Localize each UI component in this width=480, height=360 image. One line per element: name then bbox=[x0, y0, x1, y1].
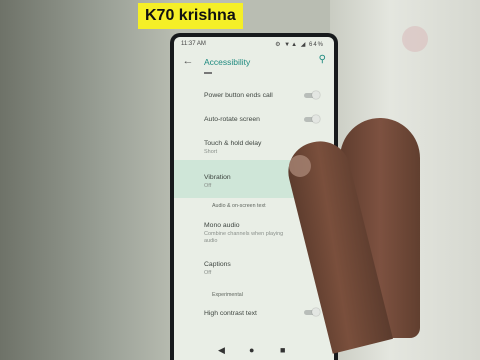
setting-auto-rotate[interactable]: Auto-rotate screen bbox=[174, 107, 334, 131]
nav-recents-icon[interactable]: ■ bbox=[280, 345, 285, 355]
scroll-indicator bbox=[204, 72, 212, 74]
page-title: Accessibility bbox=[204, 57, 251, 67]
status-bar: 11:37 AM ⚙ ▼▲ ◢ 64% bbox=[174, 37, 334, 51]
setting-label: Vibration bbox=[204, 174, 231, 181]
status-time: 11:37 AM bbox=[181, 41, 206, 47]
setting-label: Captions bbox=[204, 261, 231, 268]
background-blurred-shape bbox=[402, 26, 428, 52]
setting-description: audio bbox=[204, 238, 218, 244]
section-experimental: Experimental bbox=[174, 285, 334, 303]
setting-label: Auto-rotate screen bbox=[204, 116, 260, 123]
fingertip bbox=[289, 155, 311, 177]
setting-value: Off bbox=[204, 183, 212, 189]
video-caption-label: K70 krishna bbox=[138, 3, 243, 29]
background-left bbox=[0, 0, 175, 360]
setting-value: Short bbox=[204, 149, 218, 155]
nav-home-icon[interactable]: ● bbox=[249, 345, 254, 355]
section-header: Experimental bbox=[212, 292, 243, 298]
setting-label: Mono audio bbox=[204, 222, 240, 229]
setting-power-button-ends-call[interactable]: Power button ends call bbox=[174, 83, 334, 107]
setting-value: Off bbox=[204, 270, 212, 276]
power-button-toggle[interactable] bbox=[304, 91, 320, 99]
high-contrast-toggle[interactable] bbox=[304, 308, 320, 316]
nav-bar: ◀ ● ■ bbox=[174, 342, 334, 360]
section-header: Audio & on-screen text bbox=[212, 203, 266, 209]
search-icon[interactable]: ⚲ bbox=[319, 54, 326, 65]
setting-description: Combine channels when playing bbox=[204, 231, 284, 237]
setting-label: Power button ends call bbox=[204, 92, 273, 99]
status-icons: ⚙ ▼▲ ◢ 64% bbox=[275, 42, 324, 48]
nav-back-icon[interactable]: ◀ bbox=[218, 345, 225, 356]
setting-high-contrast-text[interactable]: High contrast text bbox=[174, 303, 334, 325]
setting-label: High contrast text bbox=[204, 310, 257, 317]
back-arrow-icon[interactable]: ← bbox=[180, 54, 196, 68]
setting-label: Touch & hold delay bbox=[204, 140, 262, 147]
auto-rotate-toggle[interactable] bbox=[304, 115, 320, 123]
app-bar: ← Accessibility ⚲ bbox=[174, 51, 334, 73]
